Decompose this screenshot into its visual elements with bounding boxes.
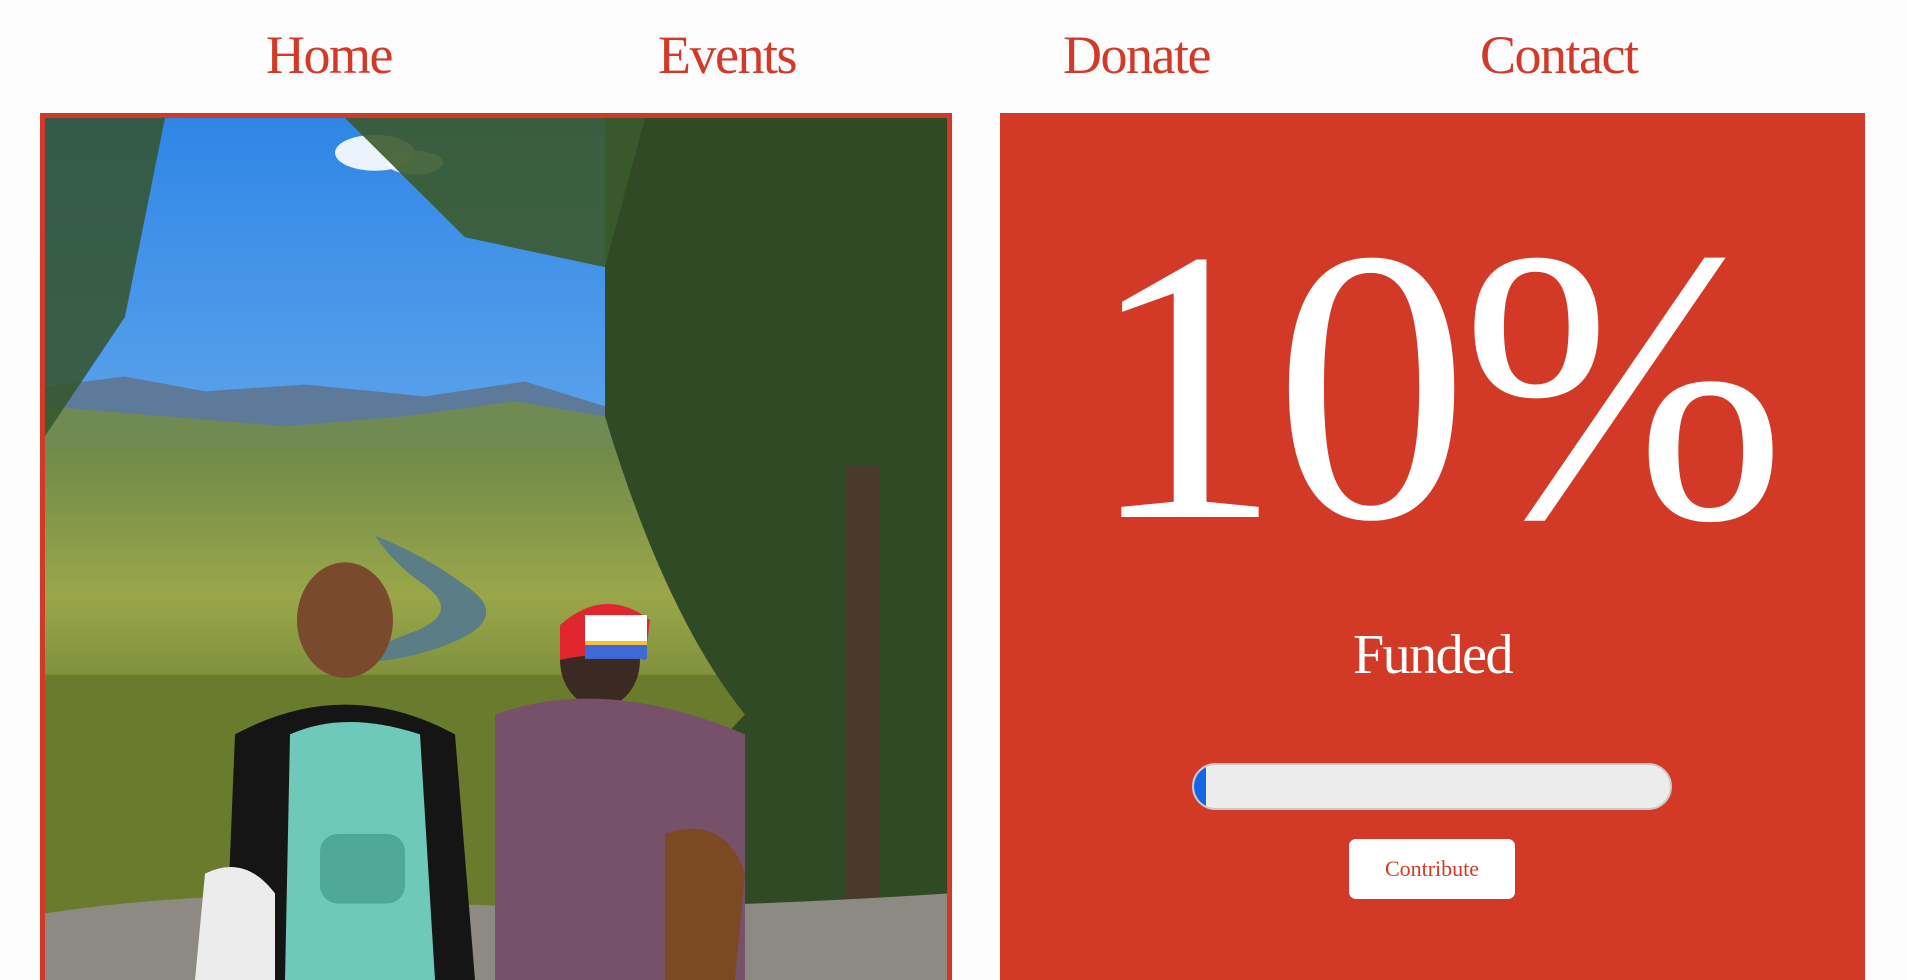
funded-percent: 10% — [1087, 170, 1786, 602]
contribute-button[interactable]: Contribute — [1349, 839, 1515, 899]
hero-photo — [40, 113, 952, 980]
nav-contact-link[interactable]: Contact — [1480, 24, 1639, 86]
funding-panel: 10% Funded Contribute — [1000, 113, 1865, 980]
nav-donate-link[interactable]: Donate — [1063, 24, 1211, 86]
funding-progress-fill — [1194, 765, 1206, 808]
nav-events-link[interactable]: Events — [658, 24, 797, 86]
funding-progress-bar — [1192, 763, 1672, 810]
nav-home-link[interactable]: Home — [266, 24, 393, 86]
hikers-overlook-photo — [45, 118, 947, 980]
top-navigation: Home Events Donate Contact — [0, 0, 1907, 110]
funded-label: Funded — [1353, 624, 1514, 686]
